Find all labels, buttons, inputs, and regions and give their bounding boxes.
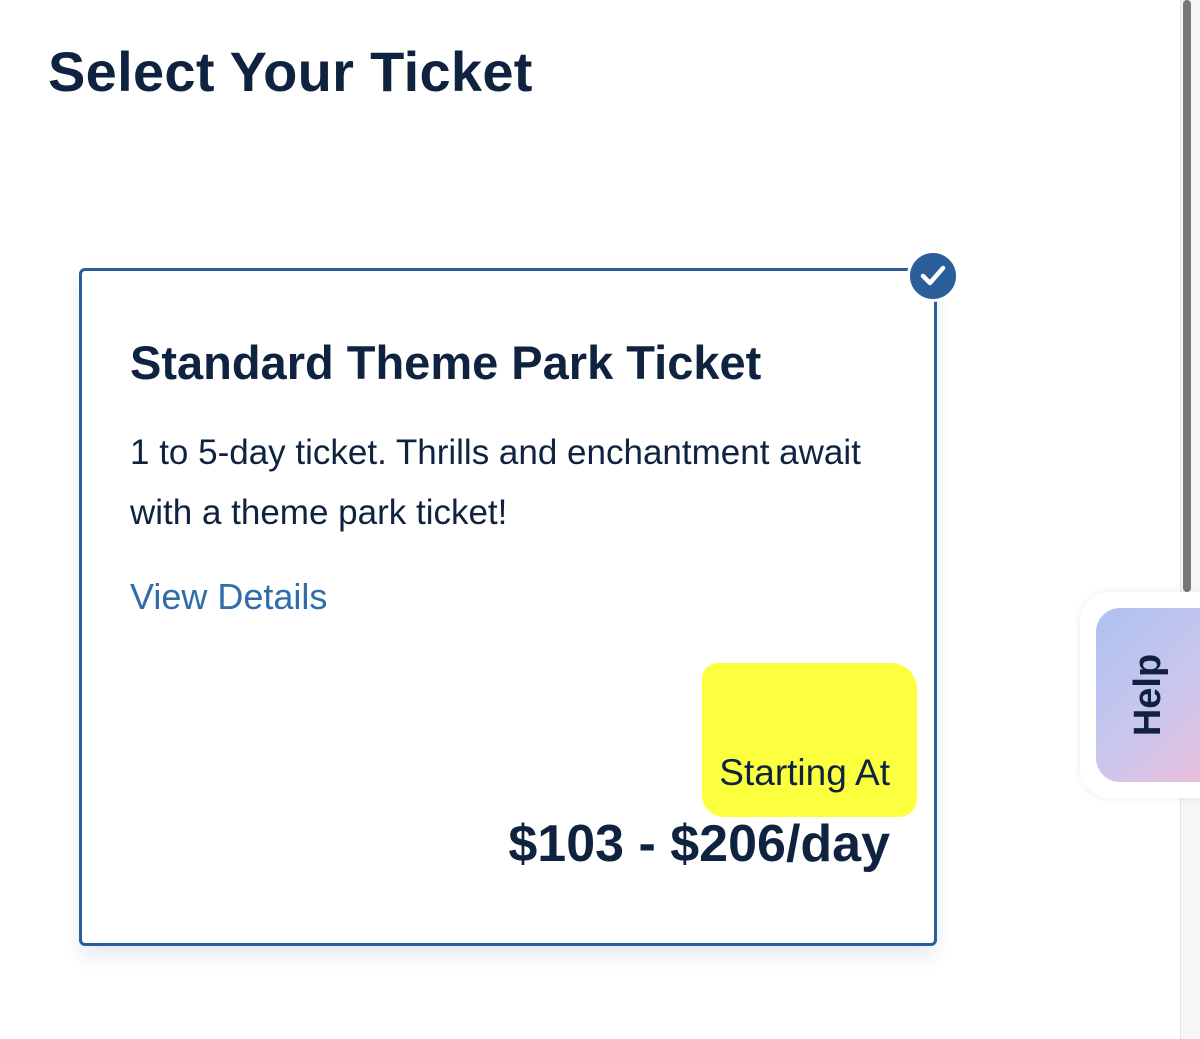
help-tab-container: Help [1080,592,1200,798]
selected-checkmark-icon [907,250,959,302]
help-button[interactable]: Help [1096,608,1200,782]
ticket-card-standard[interactable]: Standard Theme Park Ticket 1 to 5-day ti… [79,268,937,946]
price-range: $103 - $206/day [508,815,890,873]
ticket-description: 1 to 5-day ticket. Thrills and enchantme… [130,433,861,532]
scrollbar-thumb[interactable] [1183,0,1191,592]
help-label: Help [1126,653,1169,737]
page-title: Select Your Ticket [48,40,533,103]
view-details-link[interactable]: View Details [130,575,327,618]
ticket-title: Standard Theme Park Ticket [130,336,762,389]
starting-at-label: Starting At [719,752,890,793]
